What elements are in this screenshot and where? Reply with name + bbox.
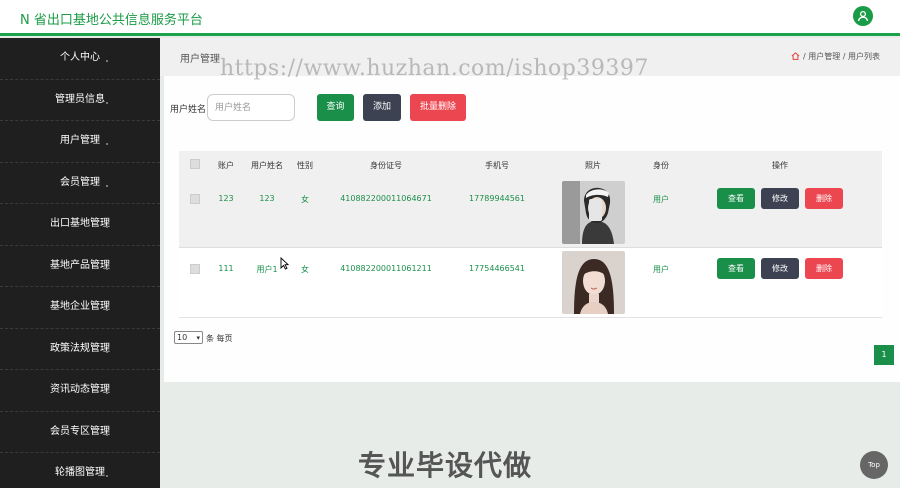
- dot-marker: [106, 475, 108, 477]
- user-table: 账户 用户姓名 性别 身份证号 手机号 照片 身份 操作 123 123 女 4…: [179, 151, 882, 318]
- sidebar-item-member-management[interactable]: 会员管理: [0, 163, 160, 204]
- column-header: 用户姓名: [251, 161, 283, 170]
- dot-marker: [106, 350, 108, 353]
- row-checkbox[interactable]: [190, 194, 200, 204]
- page-title: 用户管理: [180, 54, 220, 65]
- app-title: N 省出口基地公共信息服务平台: [20, 13, 203, 28]
- edit-button[interactable]: 修改: [761, 188, 799, 209]
- dot-marker: [106, 184, 108, 187]
- table-header: 账户 用户姓名 性别 身份证号 手机号 照片 身份 操作: [179, 151, 882, 176]
- phone-cell: 17754466541: [469, 264, 525, 273]
- sidebar-item-base-enterprises[interactable]: 基地企业管理: [0, 287, 160, 329]
- watermark: https://www.huzhan.com/ishop39397: [220, 56, 649, 81]
- edit-button[interactable]: 修改: [761, 258, 799, 279]
- add-button[interactable]: 添加: [363, 94, 401, 121]
- query-button[interactable]: 查询: [317, 94, 354, 121]
- sidebar-item-member-zone[interactable]: 会员专区管理: [0, 412, 160, 453]
- phone-cell: 17789944561: [469, 194, 525, 203]
- per-page-label: 条 每页: [206, 334, 233, 343]
- gender-cell: 女: [301, 265, 309, 274]
- dot-marker: [106, 101, 108, 104]
- delete-button[interactable]: 删除: [805, 258, 843, 279]
- row-checkbox[interactable]: [190, 264, 200, 274]
- chevron-down-icon: ▾: [196, 334, 200, 342]
- column-header: 账户: [218, 161, 234, 170]
- search-label: 用户姓名: [170, 105, 207, 115]
- sidebar-item-user-management[interactable]: 用户管理: [0, 121, 160, 163]
- batch-delete-button[interactable]: 批量删除: [410, 94, 466, 121]
- column-header: 身份证号: [370, 161, 402, 170]
- gender-cell: 女: [301, 195, 309, 204]
- name-cell: 123: [259, 194, 275, 203]
- view-button[interactable]: 查看: [717, 188, 755, 209]
- promo-text: 专业毕设代做: [358, 449, 533, 482]
- main-area: 用户管理 / 用户管理 / 用户列表 用户姓名 查询 添加 批量删除 账户 用户…: [160, 38, 900, 488]
- column-header: 性别: [297, 161, 313, 170]
- page-button[interactable]: 1: [874, 345, 894, 365]
- sidebar-item-personal-center[interactable]: 个人中心: [0, 38, 160, 80]
- back-to-top-button[interactable]: Top: [860, 451, 888, 479]
- top-bar: N 省出口基地公共信息服务平台: [0, 0, 900, 36]
- dot-marker: [106, 60, 108, 62]
- id-number-cell: 410882200011061211: [340, 264, 432, 273]
- delete-button[interactable]: 删除: [805, 188, 843, 209]
- sidebar-item-news[interactable]: 资讯动态管理: [0, 370, 160, 412]
- breadcrumb-item: 用户列表: [848, 52, 880, 61]
- dot-marker: [106, 309, 108, 311]
- dot-marker: [106, 433, 108, 436]
- dot-marker: [106, 267, 108, 270]
- breadcrumb: / 用户管理 / 用户列表: [791, 51, 880, 62]
- name-cell: 用户1: [256, 265, 278, 274]
- role-cell: 用户: [653, 265, 669, 274]
- content-panel: 用户姓名 查询 添加 批量删除 账户 用户姓名 性别 身份证号 手机号 照片 身…: [164, 76, 900, 382]
- sidebar: 个人中心 管理员信息 用户管理 会员管理 出口基地管理 基地产品管理 基地企业管…: [0, 38, 160, 488]
- sidebar-item-export-base[interactable]: 出口基地管理: [0, 204, 160, 246]
- account-cell: 111: [218, 264, 234, 273]
- breadcrumb-item[interactable]: 用户管理: [808, 52, 840, 61]
- id-number-cell: 410882200011064671: [340, 194, 432, 203]
- sidebar-item-carousel[interactable]: 轮播图管理: [0, 453, 160, 488]
- sidebar-item-base-products[interactable]: 基地产品管理: [0, 246, 160, 287]
- select-all-checkbox[interactable]: [190, 159, 200, 169]
- table-row: 123 123 女 410882200011064671 17789944561: [179, 176, 882, 248]
- sidebar-item-admin-info[interactable]: 管理员信息: [0, 80, 160, 121]
- column-header: 手机号: [485, 161, 509, 170]
- dot-marker: [106, 392, 108, 394]
- search-input[interactable]: [207, 94, 295, 121]
- role-cell: 用户: [653, 195, 669, 204]
- home-icon[interactable]: [791, 52, 800, 60]
- sidebar-item-policies[interactable]: 政策法规管理: [0, 329, 160, 370]
- page-size-select[interactable]: 10 ▾: [174, 331, 203, 344]
- column-header: 操作: [772, 161, 788, 170]
- mouse-cursor-icon: [280, 257, 289, 270]
- account-cell: 123: [218, 194, 234, 203]
- user-photo: [562, 181, 625, 244]
- dot-marker: [106, 143, 108, 145]
- dot-marker: [106, 226, 108, 228]
- view-button[interactable]: 查看: [717, 258, 755, 279]
- user-icon: [857, 10, 869, 22]
- column-header: 照片: [585, 161, 601, 170]
- column-header: 身份: [653, 161, 669, 170]
- user-avatar-button[interactable]: [853, 6, 873, 26]
- user-photo: [562, 251, 625, 314]
